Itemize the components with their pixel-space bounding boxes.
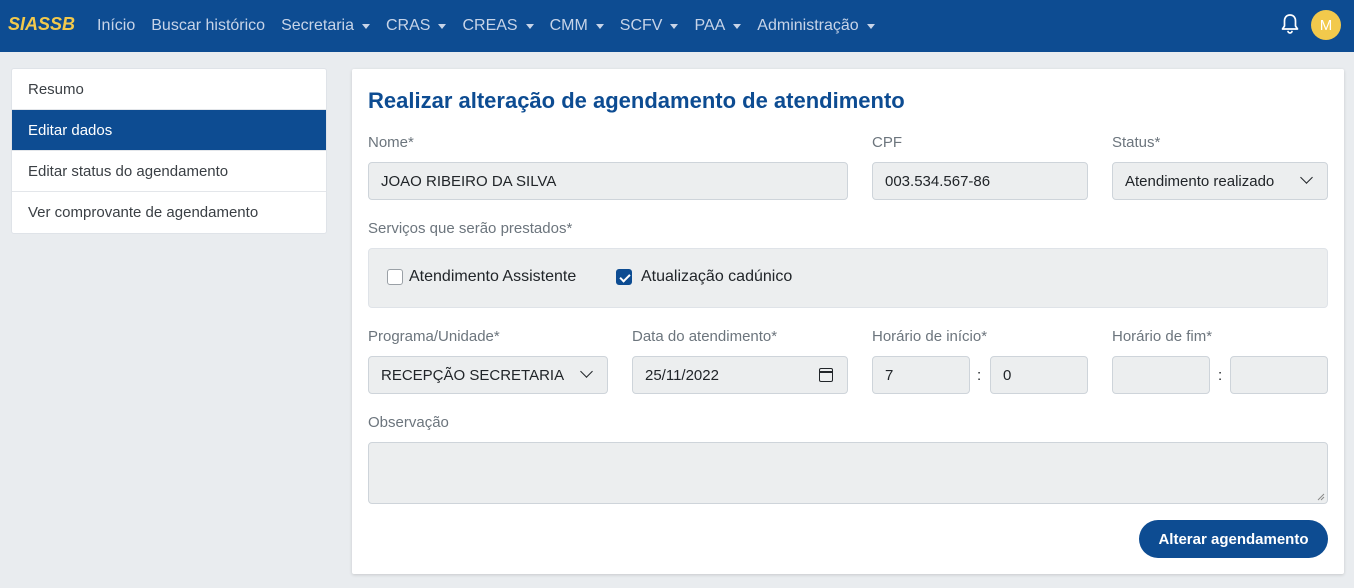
user-avatar[interactable]: M [1311, 10, 1341, 40]
nav-item-label: SCFV [619, 17, 663, 34]
cpf-field[interactable]: 003.534.567-86 [872, 162, 1088, 200]
nome-field[interactable]: JOAO RIBEIRO DA SILVA [368, 162, 848, 200]
appointment-form-card: Realizar alteração de agendamento de ate… [352, 69, 1344, 574]
programa-label: Programa/Unidade* [368, 328, 500, 345]
sidebar-menu: Resumo Editar dados Editar status do age… [11, 68, 327, 234]
caret-down-icon [525, 24, 534, 29]
sidebar-item-resumo[interactable]: Resumo [12, 69, 326, 110]
nav-item-buscar-historico[interactable]: Buscar histórico [151, 17, 265, 35]
sidebar-item-ver-comprovante[interactable]: Ver comprovante de agendamento [12, 192, 326, 233]
checkbox-label: Atendimento Assistente [409, 268, 577, 285]
status-select[interactable]: Atendimento realizado [1112, 162, 1328, 200]
resize-handle-icon[interactable] [1317, 493, 1325, 501]
caret-down-icon [733, 24, 742, 29]
bell-icon[interactable] [1280, 13, 1300, 35]
page-title: Realizar alteração de agendamento de ate… [368, 88, 905, 113]
nav-item-label: CREAS [462, 17, 518, 34]
caret-down-icon [670, 24, 679, 29]
alterar-agendamento-button[interactable]: Alterar agendamento [1139, 520, 1328, 558]
nav-item-label: Secretaria [281, 17, 354, 34]
nav-item-label: CRAS [386, 17, 431, 34]
nav-item-cras[interactable]: CRAS [386, 17, 447, 35]
nav-item-inicio[interactable]: Início [97, 17, 135, 35]
checkbox-atualizacao-cadunico[interactable] [616, 269, 632, 285]
fim-minuto-field[interactable] [1230, 356, 1328, 394]
nav-item-secretaria[interactable]: Secretaria [281, 17, 370, 35]
data-field-value: 25/11/2022 [645, 366, 719, 384]
data-label: Data do atendimento* [632, 328, 778, 345]
checkbox-atendimento-assistente[interactable] [387, 269, 403, 285]
observacao-label: Observação [368, 414, 449, 431]
inicio-hora-field[interactable]: 7 [872, 356, 970, 394]
sidebar-item-editar-status[interactable]: Editar status do agendamento [12, 151, 326, 192]
inicio-label: Horário de início* [872, 328, 988, 345]
observacao-textarea[interactable] [368, 442, 1328, 504]
nav-item-scfv[interactable]: SCFV [620, 17, 679, 35]
servicos-label: Serviços que serão prestados* [368, 220, 573, 237]
nav-item-label: PAA [694, 17, 726, 34]
nav-menu: Início Buscar histórico Secretaria CRAS … [97, 0, 891, 52]
checkbox-label: Atualização cadúnico [641, 268, 793, 285]
caret-down-icon [595, 24, 604, 29]
programa-select[interactable]: RECEPÇÃO SECRETARIA [368, 356, 608, 394]
caret-down-icon [866, 24, 875, 29]
fim-hora-field[interactable] [1112, 356, 1210, 394]
time-separator: : [1218, 367, 1223, 384]
sidebar-item-editar-dados[interactable]: Editar dados [12, 110, 326, 151]
time-separator: : [977, 367, 982, 384]
calendar-icon[interactable] [819, 368, 833, 382]
nav-item-label: Buscar histórico [151, 17, 266, 34]
services-checkbox-group: Atendimento Assistente Atualização cadún… [368, 248, 1328, 308]
nome-label: Nome* [368, 134, 414, 151]
data-field[interactable]: 25/11/2022 [632, 356, 848, 394]
nav-item-label: Início [97, 17, 136, 34]
caret-down-icon [438, 24, 447, 29]
top-navbar: SIASSB Início Buscar histórico Secretari… [0, 0, 1354, 52]
chevron-down-icon [580, 365, 593, 378]
nav-item-label: Administração [757, 17, 859, 34]
chevron-down-icon [1300, 171, 1313, 184]
nav-item-administracao[interactable]: Administração [757, 17, 875, 35]
fim-label: Horário de fim* [1112, 328, 1213, 345]
nav-item-paa[interactable]: PAA [694, 17, 742, 35]
programa-select-value: RECEPÇÃO SECRETARIA [381, 366, 565, 384]
brand-logo[interactable]: SIASSB [8, 14, 75, 35]
status-label: Status* [1112, 134, 1161, 151]
nav-item-creas[interactable]: CREAS [462, 17, 534, 35]
inicio-minuto-field[interactable]: 0 [990, 356, 1088, 394]
status-select-value: Atendimento realizado [1125, 172, 1275, 190]
cpf-label: CPF [872, 134, 902, 151]
nav-item-label: CMM [549, 17, 588, 34]
nav-item-cmm[interactable]: CMM [550, 17, 604, 35]
caret-down-icon [362, 24, 370, 29]
